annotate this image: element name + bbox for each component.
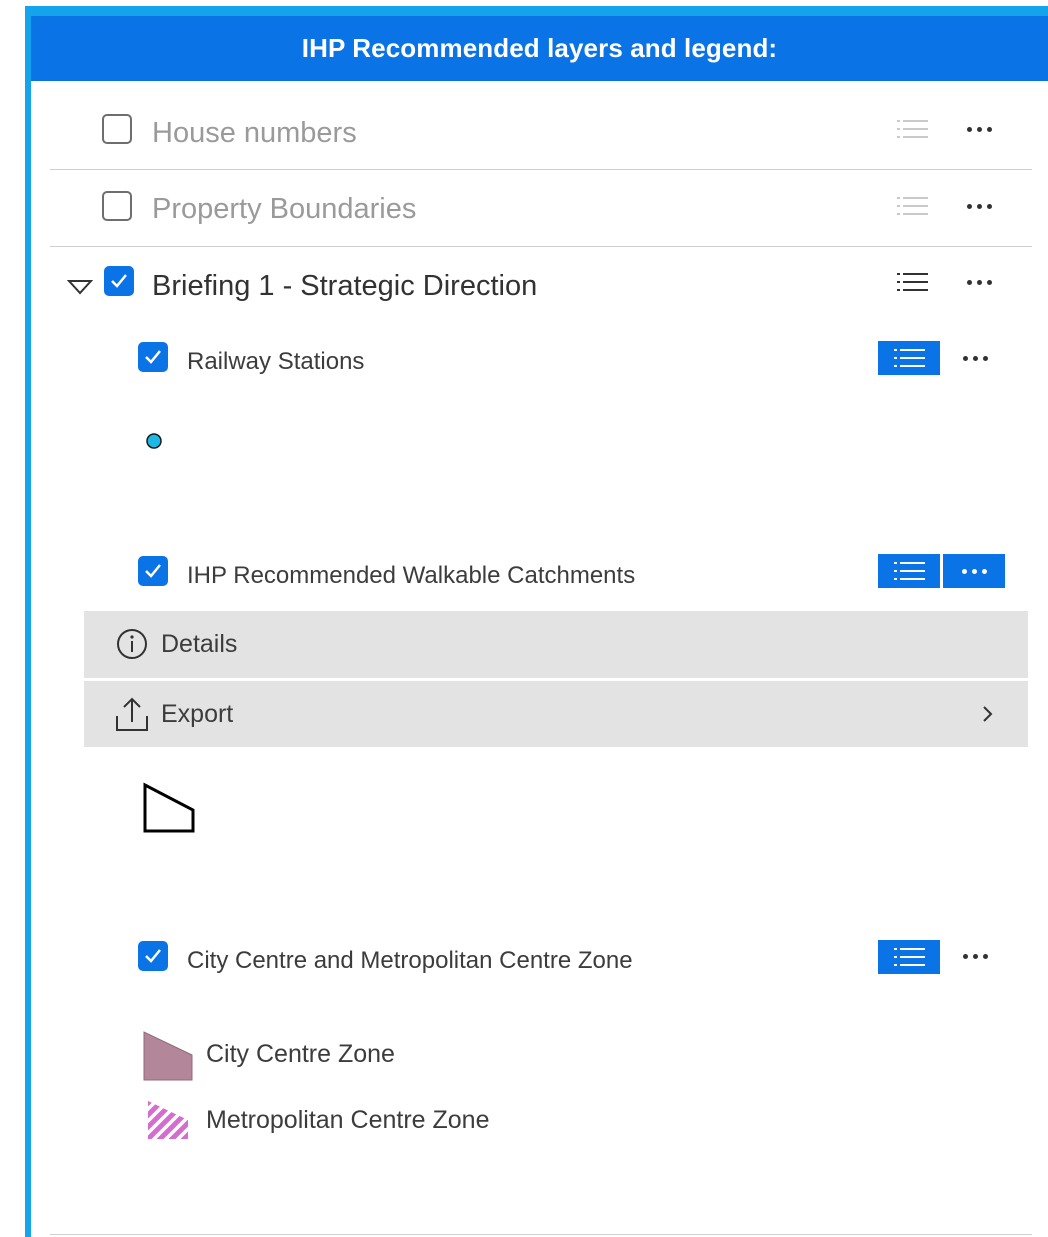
city-centre-metropolitan-legend-button[interactable] — [878, 940, 940, 974]
briefing-1-checkbox[interactable] — [104, 266, 134, 296]
catchment-polygon-symbol — [143, 782, 195, 833]
property-boundaries-checkbox[interactable] — [102, 191, 132, 221]
city-centre-metropolitan-checkbox[interactable] — [138, 941, 168, 971]
more-options-icon — [966, 203, 992, 209]
details-label: Details — [161, 630, 238, 658]
action-export[interactable]: Export — [84, 681, 1028, 747]
property-boundaries-more-button[interactable] — [961, 196, 997, 216]
legend-list-icon — [893, 349, 925, 367]
metropolitan-centre-zone-swatch — [148, 1101, 188, 1139]
railway-stations-more-button[interactable] — [957, 348, 993, 368]
panel-frame-left — [25, 6, 31, 1237]
panel-frame-top — [25, 6, 1048, 16]
more-options-icon — [962, 355, 988, 361]
legend-list-icon[interactable] — [897, 196, 928, 216]
city-centre-metropolitan-more-button[interactable] — [957, 946, 993, 966]
walkable-catchments-label: IHP Recommended Walkable Catchments — [187, 562, 636, 589]
export-label: Export — [161, 700, 234, 728]
railway-stations-checkbox[interactable] — [138, 342, 168, 372]
panel-header: IHP Recommended layers and legend: — [31, 16, 1048, 81]
house-numbers-checkbox[interactable] — [102, 114, 132, 144]
legend-list-icon[interactable] — [897, 272, 928, 292]
briefing-1-more-button[interactable] — [961, 272, 997, 292]
briefing-1-label: Briefing 1 - Strategic Direction — [152, 270, 538, 302]
divider — [50, 246, 1032, 247]
city-centre-zone-swatch — [143, 1031, 193, 1081]
collapse-triangle-icon[interactable] — [67, 279, 93, 295]
legend-list-icon — [893, 948, 925, 966]
export-upload-icon — [116, 697, 148, 731]
legend-list-icon[interactable] — [897, 119, 928, 139]
more-options-icon — [961, 568, 987, 574]
house-numbers-more-button[interactable] — [961, 119, 997, 139]
info-icon — [117, 629, 147, 659]
metropolitan-centre-zone-label: Metropolitan Centre Zone — [206, 1106, 490, 1134]
checkmark-icon — [145, 949, 161, 963]
railway-stations-legend-button[interactable] — [878, 341, 940, 375]
city-centre-zone-label: City Centre Zone — [206, 1040, 395, 1068]
more-options-icon — [966, 279, 992, 285]
railway-stations-label: Railway Stations — [187, 348, 365, 375]
walkable-catchments-more-button[interactable] — [943, 554, 1005, 588]
checkmark-icon — [145, 350, 161, 364]
more-options-icon — [966, 126, 992, 132]
walkable-catchments-checkbox[interactable] — [138, 556, 168, 586]
chevron-right-icon — [983, 706, 993, 722]
divider — [50, 169, 1032, 170]
panel-title: IHP Recommended layers and legend: — [301, 33, 778, 63]
action-details[interactable]: Details — [84, 611, 1028, 678]
house-numbers-label: House numbers — [152, 117, 357, 149]
station-point-symbol — [146, 433, 162, 449]
city-centre-metropolitan-label: City Centre and Metropolitan Centre Zone — [187, 947, 633, 974]
walkable-catchments-legend-button[interactable] — [878, 554, 940, 588]
property-boundaries-label: Property Boundaries — [152, 193, 417, 225]
more-options-icon — [962, 953, 988, 959]
divider — [50, 1234, 1032, 1235]
legend-list-icon — [893, 562, 925, 580]
checkmark-icon — [111, 274, 127, 288]
checkmark-icon — [145, 564, 161, 578]
